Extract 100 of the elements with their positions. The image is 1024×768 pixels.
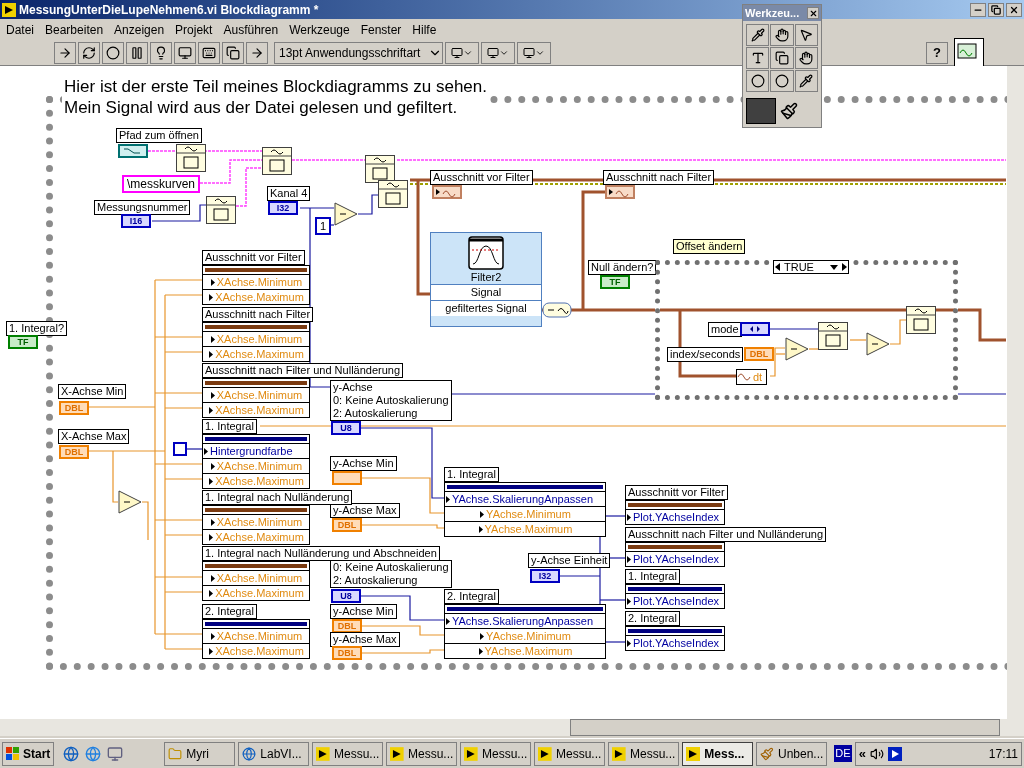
- globe-icon: [242, 746, 257, 761]
- waveform-icon: [737, 371, 751, 383]
- labview-vi-icon: [390, 746, 404, 761]
- terminal-label: X-Achse Min: [58, 384, 127, 399]
- media-player-icon[interactable]: [887, 746, 902, 761]
- tool-button[interactable]: [746, 70, 770, 92]
- menu-item[interactable]: Projekt: [175, 20, 213, 39]
- taskbar-item[interactable]: Messu...: [312, 741, 384, 766]
- property-row: XAchse.Maximum: [202, 474, 310, 489]
- wire: [186, 448, 203, 450]
- terminal-icon: U8: [331, 589, 361, 603]
- comment-text: Hier ist der erste Teil meines Blockdiagramms zu sehen.: [64, 76, 487, 97]
- font-dropdown[interactable]: 13pt Anwendungsschriftart: [274, 41, 444, 64]
- brush-icon[interactable]: [780, 102, 798, 120]
- toolbar-button[interactable]: [174, 41, 196, 64]
- folder-icon: [168, 746, 183, 761]
- toolbar-dropdown-button[interactable]: [517, 41, 552, 64]
- tool-button[interactable]: [770, 70, 794, 92]
- labview-app-icon: [2, 2, 16, 17]
- keyboard-icon: [202, 45, 216, 60]
- menu-item[interactable]: Ausführen: [223, 20, 279, 39]
- help-button[interactable]: ?: [926, 41, 948, 64]
- property-row: Plot.YAchseIndex: [625, 636, 725, 651]
- tool-button[interactable]: [746, 24, 770, 46]
- monitor-icon: [451, 46, 464, 59]
- property-node-label: Ausschnitt vor Filter: [625, 485, 728, 500]
- start-button[interactable]: Start: [2, 741, 55, 766]
- terminal-label: Kanal 4: [267, 186, 311, 201]
- menu-item[interactable]: Anzeigen: [114, 20, 165, 39]
- terminal-icon: DBL: [332, 646, 362, 660]
- window-title: MessungUnterDieLupeNehmen6.vi Blockdiagramm *: [19, 1, 319, 19]
- taskbar-item[interactable]: Myri: [164, 741, 236, 766]
- taskbar-item[interactable]: Messu...: [460, 741, 532, 766]
- restore-button[interactable]: [988, 2, 1004, 17]
- toolbar-button[interactable]: [198, 41, 220, 64]
- terminal-label: X-Achse Max: [58, 429, 130, 444]
- tool-button[interactable]: [794, 47, 818, 69]
- browser-icon[interactable]: [85, 745, 102, 762]
- tool-button[interactable]: [746, 47, 770, 69]
- property-row: XAchse.Minimum: [202, 629, 310, 644]
- terminal-icon: I16: [121, 214, 151, 228]
- terminal-label: Messungsnummer: [94, 200, 191, 215]
- tray-expand-toggle[interactable]: «: [858, 743, 866, 764]
- lightbulb-icon: [154, 45, 168, 60]
- wire: [958, 308, 1006, 342]
- case-selector[interactable]: TRUE: [773, 260, 849, 274]
- taskbar-item[interactable]: LabVI...: [238, 741, 310, 766]
- desktop-icon[interactable]: [107, 745, 124, 762]
- minimize-button[interactable]: [970, 2, 986, 17]
- property-row: XAchse.Minimum: [202, 332, 310, 347]
- tool-button[interactable]: [794, 24, 818, 46]
- terminal-label: 1. Integral?: [6, 321, 68, 336]
- loop-arrows-icon: [82, 45, 96, 60]
- tool-button[interactable]: [794, 70, 818, 92]
- taskbar-item[interactable]: Messu...: [608, 741, 680, 766]
- property-row: YAchse.SkalierungAnpassen: [444, 614, 606, 629]
- menu-item[interactable]: Bearbeiten: [45, 20, 104, 39]
- tool-button[interactable]: [770, 24, 794, 46]
- labview-vi-icon: [538, 746, 552, 761]
- row-arrow-icon: [446, 495, 450, 503]
- labview-vi-icon: [464, 746, 478, 761]
- function-node-icon: [262, 147, 292, 175]
- hand-icon: [799, 51, 814, 65]
- speaker-icon[interactable]: [869, 746, 884, 761]
- tool-button[interactable]: [770, 47, 794, 69]
- vertical-scrollbar[interactable]: [1007, 66, 1024, 719]
- toolbar-dropdown-button[interactable]: [481, 41, 516, 64]
- close-button[interactable]: [807, 7, 819, 19]
- language-indicator[interactable]: DE: [834, 745, 852, 762]
- toolbar-dropdown-button[interactable]: [445, 41, 480, 64]
- monitor-icon: [178, 45, 192, 60]
- close-button[interactable]: [1006, 2, 1022, 17]
- toolbar-button[interactable]: [126, 41, 148, 64]
- toolbar-button[interactable]: [222, 41, 244, 64]
- property-node-label: 2. Integral: [202, 604, 257, 619]
- color-tool-swatch[interactable]: [746, 98, 776, 124]
- express-vi-output: gefiltertes Signal: [431, 300, 541, 316]
- taskbar-item[interactable]: Mess...: [682, 741, 754, 766]
- property-row: XAchse.Minimum: [202, 571, 310, 586]
- toolbar-button[interactable]: [150, 41, 172, 64]
- hand-icon: [775, 28, 789, 42]
- menu-item[interactable]: Datei: [6, 20, 34, 39]
- taskbar-item[interactable]: Unben...: [756, 741, 828, 766]
- taskbar-item[interactable]: Messu...: [386, 741, 458, 766]
- menu-item[interactable]: Hilfe: [412, 20, 437, 39]
- terminal-icon: DBL: [744, 347, 774, 361]
- property-node-label: 1. Integral nach Nulländerung: [202, 490, 353, 505]
- menu-item[interactable]: Fenster: [360, 20, 402, 39]
- toolbar-button[interactable]: [102, 41, 124, 64]
- taskbar-item[interactable]: Messu...: [534, 741, 606, 766]
- monitor-icon: [523, 46, 536, 59]
- function-node-icon: [818, 322, 848, 350]
- row-arrow-icon: [627, 513, 631, 521]
- waveform-indicator-icon: [605, 185, 635, 199]
- property-row: XAchse.Minimum: [202, 275, 310, 290]
- toolbar-button[interactable]: [78, 41, 100, 64]
- menu-item[interactable]: Werkzeuge: [289, 20, 350, 39]
- horizontal-scrollbar[interactable]: [0, 719, 1024, 736]
- browser-icon[interactable]: [63, 745, 80, 762]
- unbundle-node: dt: [736, 369, 768, 385]
